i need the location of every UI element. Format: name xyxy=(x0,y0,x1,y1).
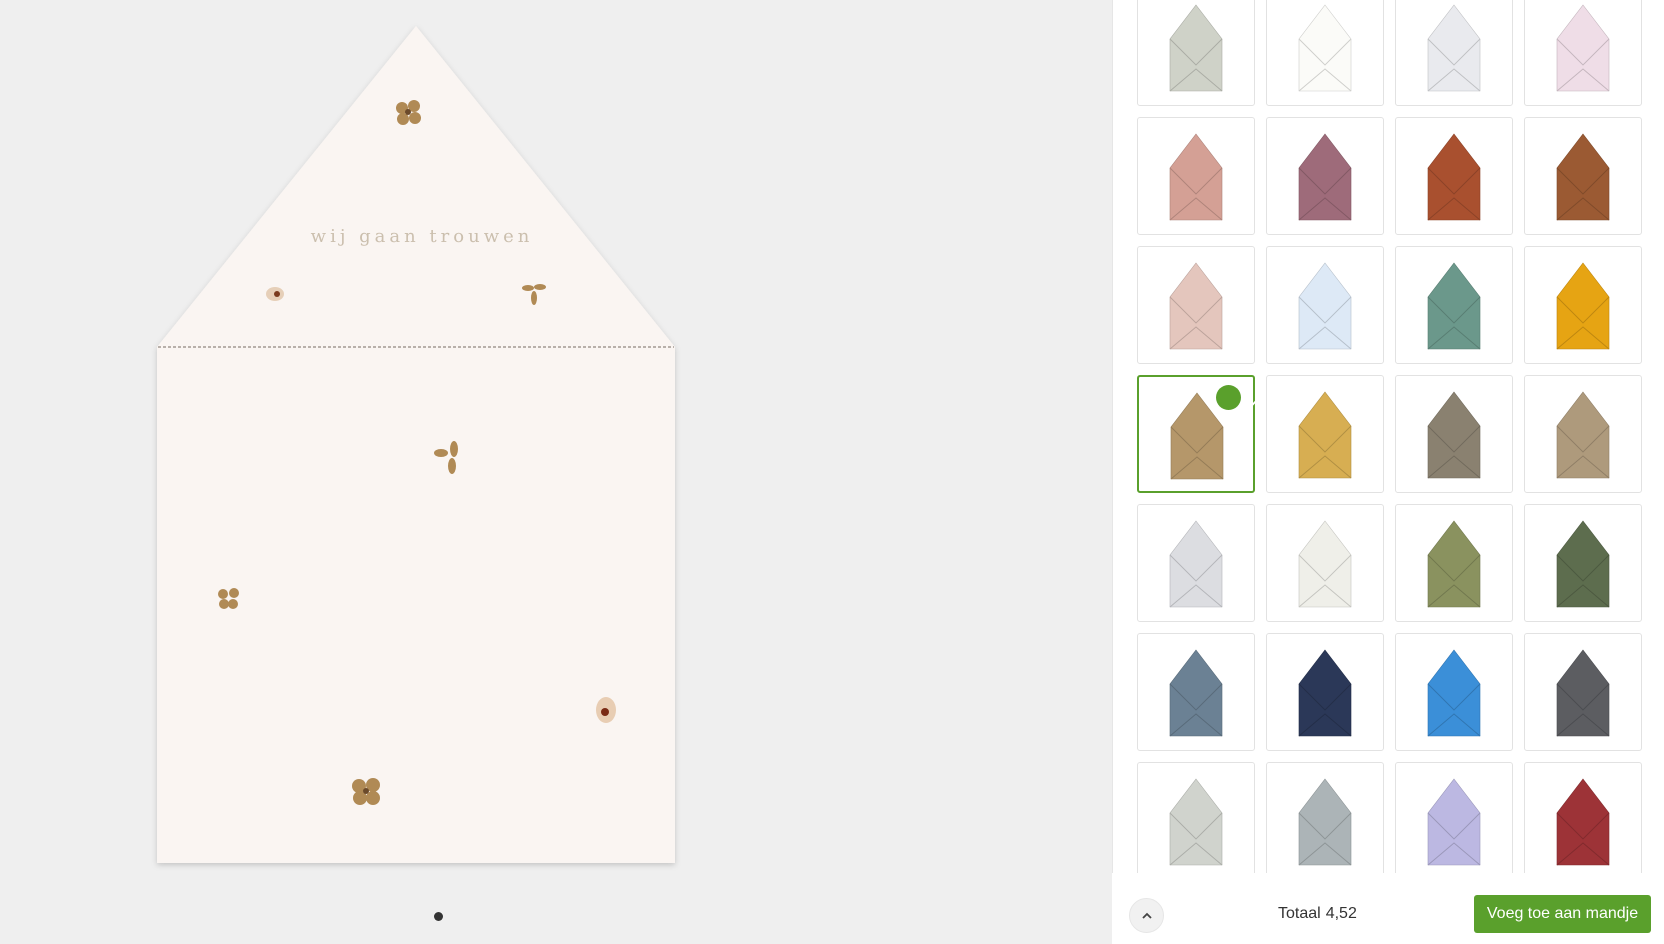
envelope-swatch[interactable] xyxy=(1266,633,1384,751)
envelope-swatch[interactable] xyxy=(1395,117,1513,235)
envelope-icon xyxy=(1169,778,1223,866)
envelope-icon xyxy=(1169,4,1223,92)
envelope-color-panel xyxy=(1112,0,1664,944)
total-price: Totaal 4,52 xyxy=(1278,905,1362,923)
envelope-swatch[interactable] xyxy=(1137,246,1255,364)
envelope-color-grid xyxy=(1137,0,1657,873)
envelope-swatch[interactable] xyxy=(1395,0,1513,106)
footer-bar: Totaal 4,52 Voeg toe aan mandje xyxy=(1112,873,1664,944)
envelope-icon xyxy=(1298,649,1352,737)
envelope-swatch[interactable] xyxy=(1395,762,1513,873)
envelope-flap xyxy=(157,26,675,347)
envelope-swatch[interactable] xyxy=(1266,246,1384,364)
envelope-icon xyxy=(1556,649,1610,737)
envelope-swatch[interactable] xyxy=(1266,762,1384,873)
envelope-swatch[interactable] xyxy=(1395,246,1513,364)
envelope-swatch[interactable] xyxy=(1395,504,1513,622)
envelope-swatch[interactable] xyxy=(1524,504,1642,622)
envelope-swatch[interactable] xyxy=(1137,762,1255,873)
carousel-dot[interactable] xyxy=(434,912,443,921)
envelope-swatch[interactable] xyxy=(1137,0,1255,106)
envelope-swatch[interactable] xyxy=(1524,0,1642,106)
envelope-preview: wij gaan trouwen xyxy=(157,26,675,863)
envelope-icon xyxy=(1427,391,1481,479)
envelope-icon xyxy=(1427,133,1481,221)
envelope-swatch[interactable] xyxy=(1524,633,1642,751)
envelope-icon xyxy=(1556,778,1610,866)
envelope-icon xyxy=(1298,4,1352,92)
envelope-swatch[interactable] xyxy=(1266,0,1384,106)
envelope-swatch[interactable] xyxy=(1395,375,1513,493)
add-to-cart-button[interactable]: Voeg toe aan mandje xyxy=(1474,895,1651,933)
check-icon xyxy=(1216,385,1258,410)
envelope-icon xyxy=(1427,4,1481,92)
card-text: wij gaan trouwen xyxy=(311,226,534,247)
envelope-icon xyxy=(1427,520,1481,608)
envelope-icon xyxy=(1427,649,1481,737)
envelope-icon xyxy=(1556,262,1610,350)
envelope-icon xyxy=(1298,520,1352,608)
envelope-icon xyxy=(1556,4,1610,92)
envelope-swatch[interactable] xyxy=(1524,762,1642,873)
envelope-icon xyxy=(1169,133,1223,221)
envelope-swatch[interactable] xyxy=(1137,375,1258,493)
envelope-swatch[interactable] xyxy=(1266,375,1384,493)
envelope-icon xyxy=(1169,262,1223,350)
envelope-swatch[interactable] xyxy=(1524,246,1642,364)
envelope-swatch[interactable] xyxy=(1137,117,1255,235)
envelope-icon xyxy=(1556,133,1610,221)
envelope-icon xyxy=(1298,133,1352,221)
envelope-icon xyxy=(1169,520,1223,608)
envelope-icon xyxy=(1298,778,1352,866)
envelope-icon xyxy=(1556,520,1610,608)
envelope-icon xyxy=(1556,391,1610,479)
envelope-icon xyxy=(1298,391,1352,479)
envelope-swatch[interactable] xyxy=(1524,375,1642,493)
envelope-swatch[interactable] xyxy=(1266,504,1384,622)
envelope-swatch[interactable] xyxy=(1524,117,1642,235)
app-root: wij gaan trouwen Totaal 4,52 Voeg toe aa… xyxy=(0,0,1664,944)
envelope-icon xyxy=(1169,649,1223,737)
envelope-icon xyxy=(1298,262,1352,350)
envelope-swatch[interactable] xyxy=(1395,633,1513,751)
preview-pane: wij gaan trouwen xyxy=(0,0,1112,944)
envelope-swatch[interactable] xyxy=(1137,633,1255,751)
envelope-icon xyxy=(1427,778,1481,866)
envelope-icon xyxy=(1170,392,1224,480)
total-value: 4,52 xyxy=(1325,905,1357,922)
envelope-swatch[interactable] xyxy=(1137,504,1255,622)
total-label: Totaal xyxy=(1278,905,1321,922)
collapse-button[interactable] xyxy=(1129,898,1164,933)
envelope-icon xyxy=(1427,262,1481,350)
envelope-swatch[interactable] xyxy=(1266,117,1384,235)
chevron-up-icon xyxy=(1141,912,1152,919)
